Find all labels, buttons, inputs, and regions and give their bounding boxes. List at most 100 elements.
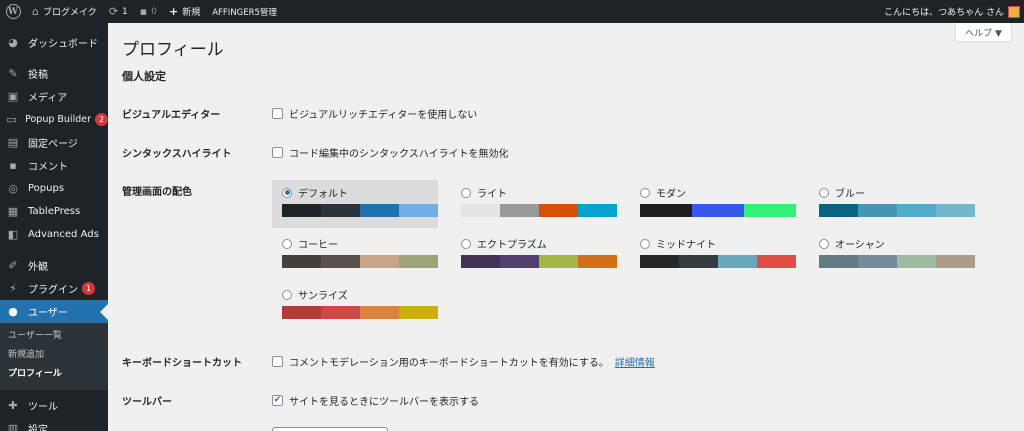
syntax-highlight-field[interactable]: コード編集中のシンタックスハイライトを無効化 bbox=[272, 145, 509, 160]
sidebar-item-posts[interactable]: ✎ 投稿 bbox=[0, 62, 108, 85]
sidebar-item-label: 投稿 bbox=[28, 70, 48, 81]
color-swatch bbox=[897, 204, 936, 217]
color-scheme-option[interactable]: サンライズ bbox=[272, 282, 438, 330]
color-swatch bbox=[539, 255, 578, 268]
color-swatch bbox=[819, 255, 858, 268]
sidebar-item-tools[interactable]: ✚ ツール bbox=[0, 394, 108, 417]
color-swatch bbox=[679, 255, 718, 268]
color-scheme-palette bbox=[461, 204, 617, 217]
popups-icon: ◎ bbox=[8, 182, 18, 195]
color-scheme-option-row: コーヒー bbox=[282, 236, 438, 251]
color-scheme-radio[interactable] bbox=[640, 187, 650, 198]
submenu-add-new[interactable]: 新規追加 bbox=[0, 346, 108, 365]
color-scheme-name: コーヒー bbox=[298, 240, 338, 251]
color-scheme-radio[interactable] bbox=[282, 187, 292, 198]
sidebar-item-plugins[interactable]: ⚡ プラグイン 1 bbox=[0, 277, 108, 300]
next-field-input[interactable] bbox=[272, 427, 388, 431]
sidebar-item-dashboard[interactable]: ◕ ダッシュボード bbox=[0, 31, 108, 54]
submenu-profile[interactable]: プロフィール bbox=[0, 365, 108, 384]
sidebar-item-advanced-ads[interactable]: ◧ Advanced Ads bbox=[0, 223, 108, 246]
home-icon: ⌂ bbox=[32, 5, 39, 18]
help-button[interactable]: ヘルプ ▼ bbox=[955, 23, 1012, 42]
sidebar-item-popups[interactable]: ◎ Popups bbox=[0, 177, 108, 200]
sidebar-item-popup-builder[interactable]: ▭ Popup Builder 2 bbox=[0, 108, 108, 131]
color-scheme-radio[interactable] bbox=[461, 238, 471, 249]
keyboard-shortcuts-option-label: コメントモデレーション用のキーボードショートカットを有効にする。 bbox=[289, 358, 609, 369]
color-swatch bbox=[282, 255, 321, 268]
sidebar-item-label: TablePress bbox=[28, 206, 81, 217]
color-scheme-radio[interactable] bbox=[282, 289, 292, 300]
color-scheme-radio[interactable] bbox=[819, 238, 829, 249]
sidebar-item-settings[interactable]: ▥ 設定 bbox=[0, 417, 108, 431]
color-scheme-name: エクトプラズム bbox=[477, 240, 547, 251]
sidebar-item-label: Popups bbox=[28, 183, 65, 194]
updates-link[interactable]: ⟳ 1 bbox=[103, 0, 134, 23]
color-scheme-radio[interactable] bbox=[819, 187, 829, 198]
toolbar-checkbox[interactable]: ✔ bbox=[272, 395, 283, 406]
sidebar-item-label: 固定ページ bbox=[28, 139, 78, 150]
color-swatch bbox=[321, 306, 360, 319]
sidebar-item-users[interactable]: ● ユーザー bbox=[0, 300, 108, 323]
color-scheme-radio[interactable] bbox=[640, 238, 650, 249]
comments-link[interactable]: ▪ 0 bbox=[134, 0, 163, 23]
more-info-link[interactable]: 詳細情報 bbox=[615, 354, 655, 369]
color-scheme-option-row: エクトプラズム bbox=[461, 236, 617, 251]
color-scheme-radio[interactable] bbox=[461, 187, 471, 198]
color-scheme-option[interactable]: エクトプラズム bbox=[451, 231, 617, 279]
sidebar-item-tablepress[interactable]: ▦ TablePress bbox=[0, 200, 108, 223]
new-content-link[interactable]: + 新規 bbox=[163, 0, 206, 23]
color-scheme-option[interactable]: モダン bbox=[630, 180, 796, 228]
site-name-link[interactable]: ⌂ ブログメイク bbox=[26, 0, 103, 23]
account-menu[interactable]: こんにちは、つあちゃん さん bbox=[878, 0, 1024, 23]
color-swatch bbox=[640, 255, 679, 268]
keyboard-shortcuts-field[interactable]: コメントモデレーション用のキーボードショートカットを有効にする。 詳細情報 bbox=[272, 354, 655, 369]
color-scheme-option-row: ブルー bbox=[819, 185, 975, 200]
comments-count: 0 bbox=[151, 6, 157, 17]
sidebar-item-label: メディア bbox=[28, 93, 68, 104]
popup-builder-icon: ▭ bbox=[6, 113, 17, 126]
syntax-highlight-checkbox[interactable] bbox=[272, 147, 283, 158]
wordpress-logo-button[interactable]: W bbox=[0, 0, 26, 23]
sidebar-item-appearance[interactable]: ✐ 外観 bbox=[0, 254, 108, 277]
color-swatch bbox=[399, 204, 438, 217]
color-scheme-option[interactable]: ブルー bbox=[809, 180, 975, 228]
color-swatch bbox=[858, 204, 897, 217]
color-swatch bbox=[578, 255, 617, 268]
toolbar-field[interactable]: ✔ サイトを見るときにツールバーを表示する bbox=[272, 393, 479, 408]
sidebar-item-pages[interactable]: ▤ 固定ページ bbox=[0, 131, 108, 154]
toolbar-label: ツールバー bbox=[122, 397, 172, 408]
sidebar-item-comments[interactable]: ▪ コメント bbox=[0, 154, 108, 177]
section-title: 個人設定 bbox=[122, 70, 166, 83]
color-swatch bbox=[500, 204, 539, 217]
visual-editor-checkbox[interactable] bbox=[272, 108, 283, 119]
color-scheme-radio[interactable] bbox=[282, 238, 292, 249]
greeting-text: こんにちは、つあちゃん さん bbox=[884, 8, 1004, 18]
admin-sidebar: ◕ ダッシュボード ✎ 投稿 ▣ メディア ▭ Popup Builder 2 … bbox=[0, 23, 108, 431]
keyboard-shortcuts-checkbox[interactable] bbox=[272, 356, 283, 367]
color-scheme-option-row: デフォルト bbox=[282, 185, 438, 200]
color-scheme-option[interactable]: ミッドナイト bbox=[630, 231, 796, 279]
color-scheme-option[interactable]: コーヒー bbox=[272, 231, 438, 279]
popup-builder-badge: 2 bbox=[95, 113, 108, 126]
color-scheme-name: ブルー bbox=[835, 189, 865, 200]
wrench-icon: ✚ bbox=[8, 399, 18, 412]
submenu-all-users[interactable]: ユーザー一覧 bbox=[0, 327, 108, 346]
color-swatch bbox=[757, 255, 796, 268]
pages-icon: ▤ bbox=[7, 136, 19, 149]
affinger-label: AFFINGER5管理 bbox=[212, 7, 277, 18]
sidebar-item-media[interactable]: ▣ メディア bbox=[0, 85, 108, 108]
color-scheme-name: サンライズ bbox=[298, 291, 348, 302]
site-name-label: ブログメイク bbox=[42, 8, 97, 18]
sidebar-item-label: Advanced Ads bbox=[28, 229, 99, 240]
color-scheme-option-row: モダン bbox=[640, 185, 796, 200]
color-swatch bbox=[718, 255, 757, 268]
affinger-link[interactable]: AFFINGER5管理 bbox=[206, 0, 283, 23]
color-swatch bbox=[936, 255, 975, 268]
color-swatch bbox=[360, 306, 399, 319]
color-swatch bbox=[936, 204, 975, 217]
color-scheme-option[interactable]: オーシャン bbox=[809, 231, 975, 279]
color-scheme-option[interactable]: ライト bbox=[451, 180, 617, 228]
visual-editor-field[interactable]: ビジュアルリッチエディターを使用しない bbox=[272, 106, 477, 121]
color-scheme-option-row: オーシャン bbox=[819, 236, 975, 251]
color-scheme-option[interactable]: デフォルト bbox=[272, 180, 438, 228]
